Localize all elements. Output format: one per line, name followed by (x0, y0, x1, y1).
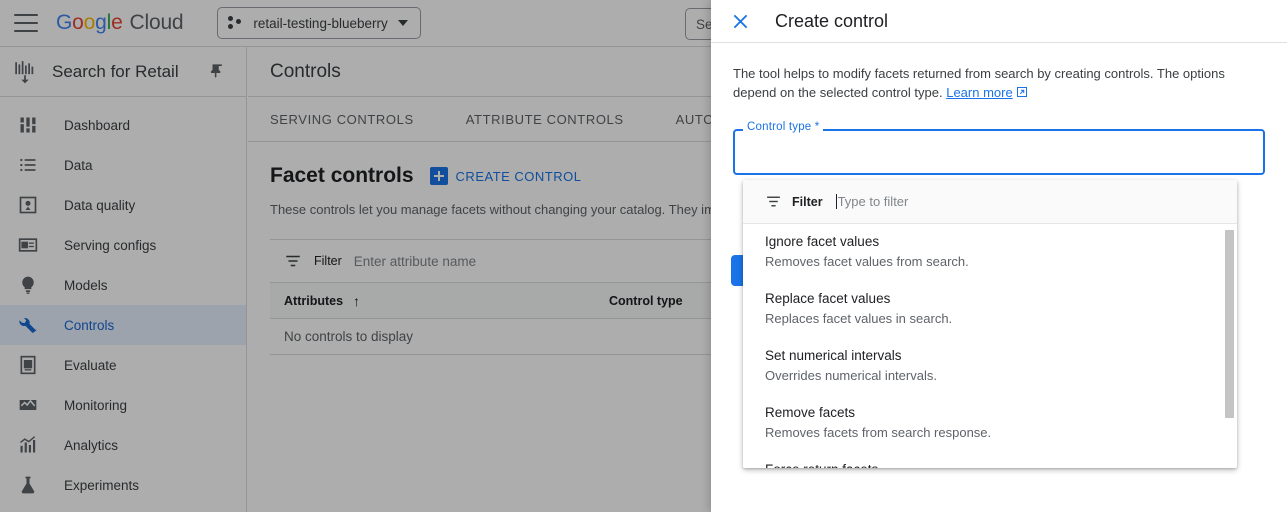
dropdown-option-set-numerical-intervals[interactable]: Set numerical intervals Overrides numeri… (743, 338, 1237, 395)
text-caret (836, 194, 837, 209)
option-subtitle: Replaces facet values in search. (765, 309, 1215, 329)
dropdown-filter-placeholder: Type to filter (838, 194, 909, 209)
control-type-label: Control type * (743, 121, 823, 133)
panel-title: Create control (775, 11, 888, 32)
dropdown-option-force-return-facets[interactable]: Force return facets Forces facet's posit… (743, 452, 1237, 468)
option-subtitle: Overrides numerical intervals. (765, 366, 1215, 386)
dropdown-option-ignore-facet-values[interactable]: Ignore facet values Removes facet values… (743, 224, 1237, 281)
option-subtitle: Removes facets from search response. (765, 423, 1215, 443)
dropdown-filter-label: Filter (792, 195, 823, 209)
option-title: Ignore facet values (765, 232, 1215, 252)
app-root: Google Cloud retail-testing-blueberry Se… (0, 0, 1287, 512)
option-title: Replace facet values (765, 289, 1215, 309)
dropdown-filter-row[interactable]: Filter Type to filter (743, 180, 1237, 224)
control-type-field[interactable]: Control type * (733, 129, 1265, 175)
option-title: Set numerical intervals (765, 346, 1215, 366)
option-title: Force return facets (765, 460, 1215, 468)
control-type-dropdown: Filter Type to filter Ignore facet value… (743, 180, 1237, 468)
panel-body: The tool helps to modify facets returned… (711, 43, 1287, 175)
dropdown-option-replace-facet-values[interactable]: Replace facet values Replaces facet valu… (743, 281, 1237, 338)
panel-header: Create control (711, 0, 1287, 43)
external-link-icon[interactable] (1016, 86, 1028, 98)
option-title: Remove facets (765, 403, 1215, 423)
filter-icon (765, 193, 782, 210)
dropdown-option-remove-facets[interactable]: Remove facets Removes facets from search… (743, 395, 1237, 452)
dropdown-filter-input[interactable]: Type to filter (833, 194, 909, 209)
panel-description: The tool helps to modify facets returned… (733, 65, 1265, 103)
create-control-panel: Create control The tool helps to modify … (711, 0, 1287, 512)
close-icon[interactable] (729, 10, 751, 32)
dropdown-scrollbar[interactable] (1225, 230, 1234, 418)
option-subtitle: Removes facet values from search. (765, 252, 1215, 272)
dropdown-options-list: Ignore facet values Removes facet values… (743, 224, 1237, 468)
field-outline (733, 129, 1265, 175)
learn-more-link[interactable]: Learn more (946, 85, 1012, 100)
